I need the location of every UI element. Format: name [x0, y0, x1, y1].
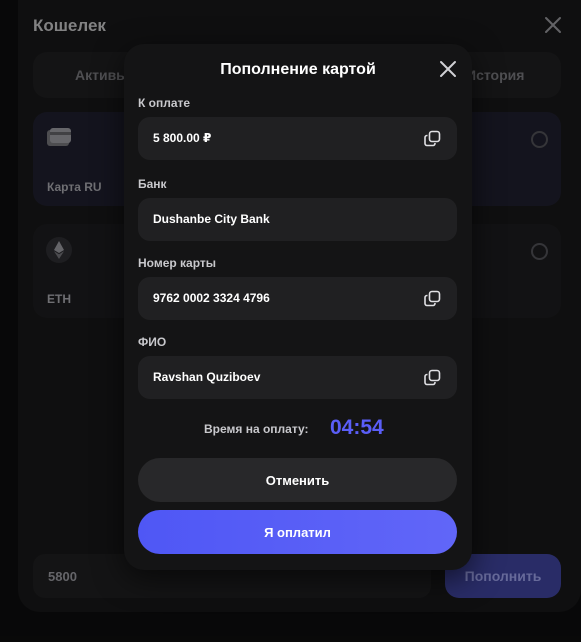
bank-label: Банк [138, 177, 167, 191]
amount-value: 5 800.00 ₽ [153, 131, 212, 145]
card-payment-modal: Пополнение картой К оплате 5 800.00 ₽ Ба… [124, 44, 472, 570]
full-name-field: Ravshan Quziboev [138, 356, 457, 399]
full-name-label: ФИО [138, 335, 167, 349]
bank-field: Dushanbe City Bank [138, 198, 457, 241]
paid-button[interactable]: Я оплатил [138, 510, 457, 554]
copy-icon[interactable] [424, 369, 441, 386]
close-icon[interactable] [438, 59, 458, 79]
amount-label: К оплате [138, 96, 191, 110]
copy-icon[interactable] [424, 130, 441, 147]
cancel-button[interactable]: Отменить [138, 458, 457, 502]
card-number-label: Номер карты [138, 256, 217, 270]
modal-title: Пополнение картой [220, 61, 376, 78]
card-number-field: 9762 0002 3324 4796 [138, 277, 457, 320]
timer-label: Время на оплату: [204, 422, 309, 436]
card-number-value: 9762 0002 3324 4796 [153, 291, 270, 305]
amount-field: 5 800.00 ₽ [138, 117, 457, 160]
copy-icon[interactable] [424, 290, 441, 307]
bank-value: Dushanbe City Bank [153, 212, 270, 226]
full-name-value: Ravshan Quziboev [153, 370, 261, 384]
timer-value: 04:54 [330, 416, 384, 439]
